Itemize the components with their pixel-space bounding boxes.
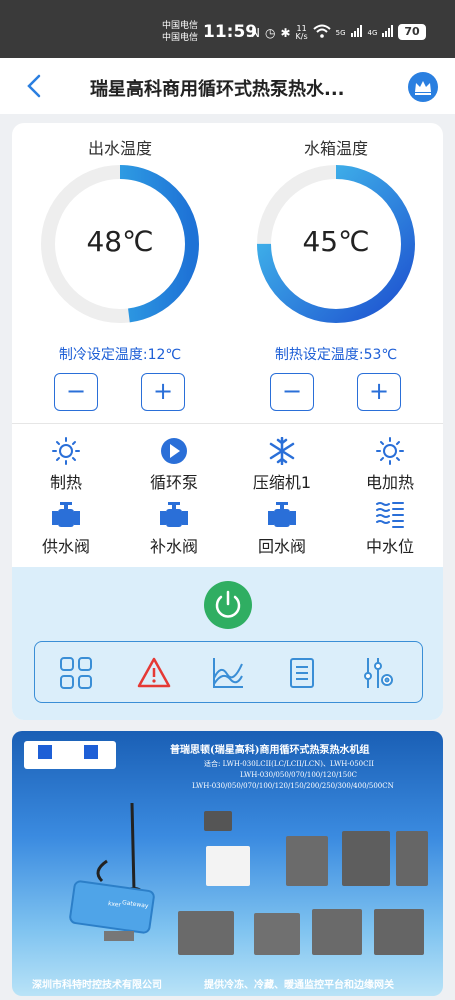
status-return-valve: 回水阀 bbox=[232, 501, 332, 557]
battery-icon: 70 bbox=[398, 24, 426, 40]
banner-line-3: LWH-030/050/070/100/120/150/200/250/300/… bbox=[192, 782, 394, 790]
heater-icon bbox=[376, 437, 404, 465]
water-level-icon bbox=[376, 502, 404, 528]
tank-temp-value: 45℃ bbox=[302, 225, 370, 258]
control-card: 出水温度 水箱温度 48℃ 45℃ 制冷设定温度:12℃ 制热设定温度:53℃ … bbox=[12, 123, 443, 720]
banner-footer-left: 深圳市科特时控技术有限公司 bbox=[32, 980, 162, 991]
status-label: 压缩机1 bbox=[252, 473, 312, 492]
heat-pump-unit-image bbox=[178, 911, 234, 955]
heat-pump-unit-image bbox=[206, 846, 250, 886]
controller-image bbox=[204, 811, 232, 831]
alarm-clock-icon: ◷ bbox=[264, 25, 276, 40]
back-button[interactable] bbox=[24, 74, 44, 98]
status-supply-valve: 供水阀 bbox=[16, 501, 116, 557]
banner-title: 普瑞思顿(瑞星高科)商用循环式热泵热水机组 bbox=[170, 745, 370, 756]
outlet-temp-title: 出水温度 bbox=[87, 139, 152, 158]
tank-temp-title: 水箱温度 bbox=[303, 139, 368, 158]
carrier-2: 中国电信 bbox=[162, 33, 199, 43]
ad-banner[interactable]: 普瑞思顿(瑞星高科)商用循环式热泵热水机组 适合: LWH-030LCII(LC… bbox=[12, 731, 443, 996]
divider bbox=[12, 423, 443, 424]
status-label: 循环泵 bbox=[149, 473, 198, 492]
heat-pump-unit-image bbox=[374, 909, 424, 955]
wifi-icon bbox=[312, 24, 331, 41]
alarm-icon[interactable] bbox=[137, 656, 171, 690]
sun-icon bbox=[52, 437, 80, 465]
control-area bbox=[12, 567, 443, 720]
banner-line-2: LWH-030/050/070/100/120/150C bbox=[240, 771, 358, 779]
status-electric-heater: 电加热 bbox=[340, 437, 440, 493]
heating-decrease-button[interactable]: − bbox=[270, 373, 314, 411]
grid-icon[interactable] bbox=[59, 656, 93, 690]
page-title: 瑞星高科商用循环式热泵热水... bbox=[90, 79, 345, 100]
snowflake-icon bbox=[269, 437, 295, 465]
outlet-temp-value: 48℃ bbox=[86, 225, 154, 258]
net-speed-unit: K/s bbox=[295, 31, 308, 41]
heat-pump-unit-image bbox=[312, 909, 362, 955]
banner-footer-right: 提供冷冻、冷藏、暖通监控平台和边缘网关 bbox=[204, 980, 394, 991]
gateway-device-image bbox=[69, 802, 155, 941]
cooling-setpoint: 制冷设定温度:12℃ bbox=[58, 347, 182, 363]
signal-icon bbox=[350, 25, 363, 40]
power-icon bbox=[215, 590, 241, 618]
status-label: 电加热 bbox=[365, 473, 414, 492]
status-makeup-valve: 补水阀 bbox=[124, 501, 224, 557]
status-label: 供水阀 bbox=[41, 537, 90, 556]
header: 瑞星高科商用循环式热泵热水... bbox=[0, 58, 455, 114]
heating-increase-button[interactable]: + bbox=[357, 373, 401, 411]
net-speed: 11 K/s bbox=[295, 24, 308, 41]
status-circulation-pump: 循环泵 bbox=[124, 437, 224, 493]
pump-icon bbox=[161, 438, 187, 464]
status-bar: 中国电信 中国电信 11:59 N ◷ ✱ 11 K/s 5G 4G 70 bbox=[0, 0, 455, 58]
heating-setpoint: 制热设定温度:53℃ bbox=[274, 347, 398, 363]
clock: 11:59 bbox=[203, 22, 258, 42]
chart-icon[interactable] bbox=[211, 656, 245, 690]
bluetooth-icon: ✱ bbox=[280, 25, 291, 40]
crown-button[interactable] bbox=[408, 72, 438, 102]
status-mid-water-level: 中水位 bbox=[340, 501, 440, 557]
valve-icon bbox=[52, 502, 80, 527]
power-button[interactable] bbox=[204, 581, 252, 629]
status-icons: N ◷ ✱ 11 K/s 5G 4G bbox=[251, 24, 394, 41]
heat-pump-unit-image bbox=[254, 913, 300, 955]
brand-logo bbox=[24, 741, 116, 769]
nfc-icon: N bbox=[251, 25, 260, 40]
toolbar bbox=[34, 641, 423, 703]
cooling-increase-button[interactable]: + bbox=[141, 373, 185, 411]
signal-1-label: 5G bbox=[335, 28, 346, 37]
status-compressor-1: 压缩机1 bbox=[232, 437, 332, 493]
settings-icon[interactable] bbox=[361, 656, 395, 690]
status-heating: 制热 bbox=[16, 437, 116, 493]
heat-pump-unit-image bbox=[286, 836, 328, 886]
status-label: 回水阀 bbox=[257, 537, 306, 556]
banner-models: 适合: LWH-030LCII(LC/LCII/LCN)、LWH-050CII … bbox=[192, 759, 394, 792]
crown-icon bbox=[415, 81, 431, 95]
status-label: 中水位 bbox=[365, 537, 414, 556]
signal-icon-2 bbox=[382, 25, 394, 40]
cooling-decrease-button[interactable]: − bbox=[54, 373, 98, 411]
banner-line-1: 适合: LWH-030LCII(LC/LCII/LCN)、LWH-050CII bbox=[204, 760, 374, 768]
status-label: 制热 bbox=[49, 473, 82, 492]
carrier-1: 中国电信 bbox=[162, 21, 199, 31]
valve-icon bbox=[160, 502, 188, 527]
signal-2-label: 4G bbox=[367, 28, 378, 37]
heat-pump-unit-image bbox=[342, 831, 390, 886]
list-icon[interactable] bbox=[285, 656, 319, 690]
heat-pump-unit-image bbox=[396, 831, 428, 886]
valve-icon bbox=[268, 502, 296, 527]
carrier-info: 中国电信 中国电信 bbox=[162, 20, 198, 44]
status-label: 补水阀 bbox=[149, 537, 198, 556]
